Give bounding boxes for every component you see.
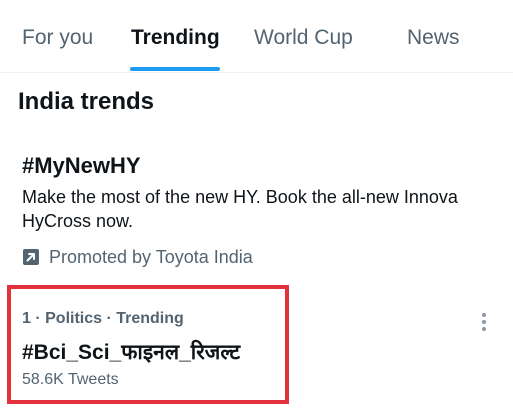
promoted-description: Make the most of the new HY. Book the al…: [22, 187, 458, 231]
tab-for-you[interactable]: For you: [22, 26, 93, 50]
promoted-hashtag[interactable]: #MyNewHY: [22, 153, 141, 179]
more-options-icon[interactable]: [472, 310, 496, 334]
active-tab-indicator: [130, 67, 220, 71]
tab-news[interactable]: News: [407, 26, 460, 50]
tab-world-cup[interactable]: World Cup: [254, 26, 353, 50]
trend-meta: 1 · Politics · Trending: [22, 310, 184, 327]
trend-name[interactable]: #Bci_Sci_फाइनल_रिजल्ट: [22, 338, 240, 366]
promoted-arrow-icon: [22, 248, 40, 266]
section-title: India trends: [18, 88, 155, 115]
promoted-by-label[interactable]: Promoted by Toyota India: [49, 247, 253, 268]
explore-tabs: For you Trending World Cup News: [0, 0, 513, 73]
trend-item[interactable]: 1 · Politics · Trending #Bci_Sci_फाइनल_र…: [0, 285, 513, 408]
promoted-trend[interactable]: #MyNewHY Make the most of the new HY. Bo…: [0, 140, 513, 280]
tab-trending[interactable]: Trending: [131, 26, 220, 50]
promoted-by-row: Promoted by Toyota India: [22, 245, 253, 269]
trend-tweet-count: 58.6K Tweets: [22, 371, 119, 388]
